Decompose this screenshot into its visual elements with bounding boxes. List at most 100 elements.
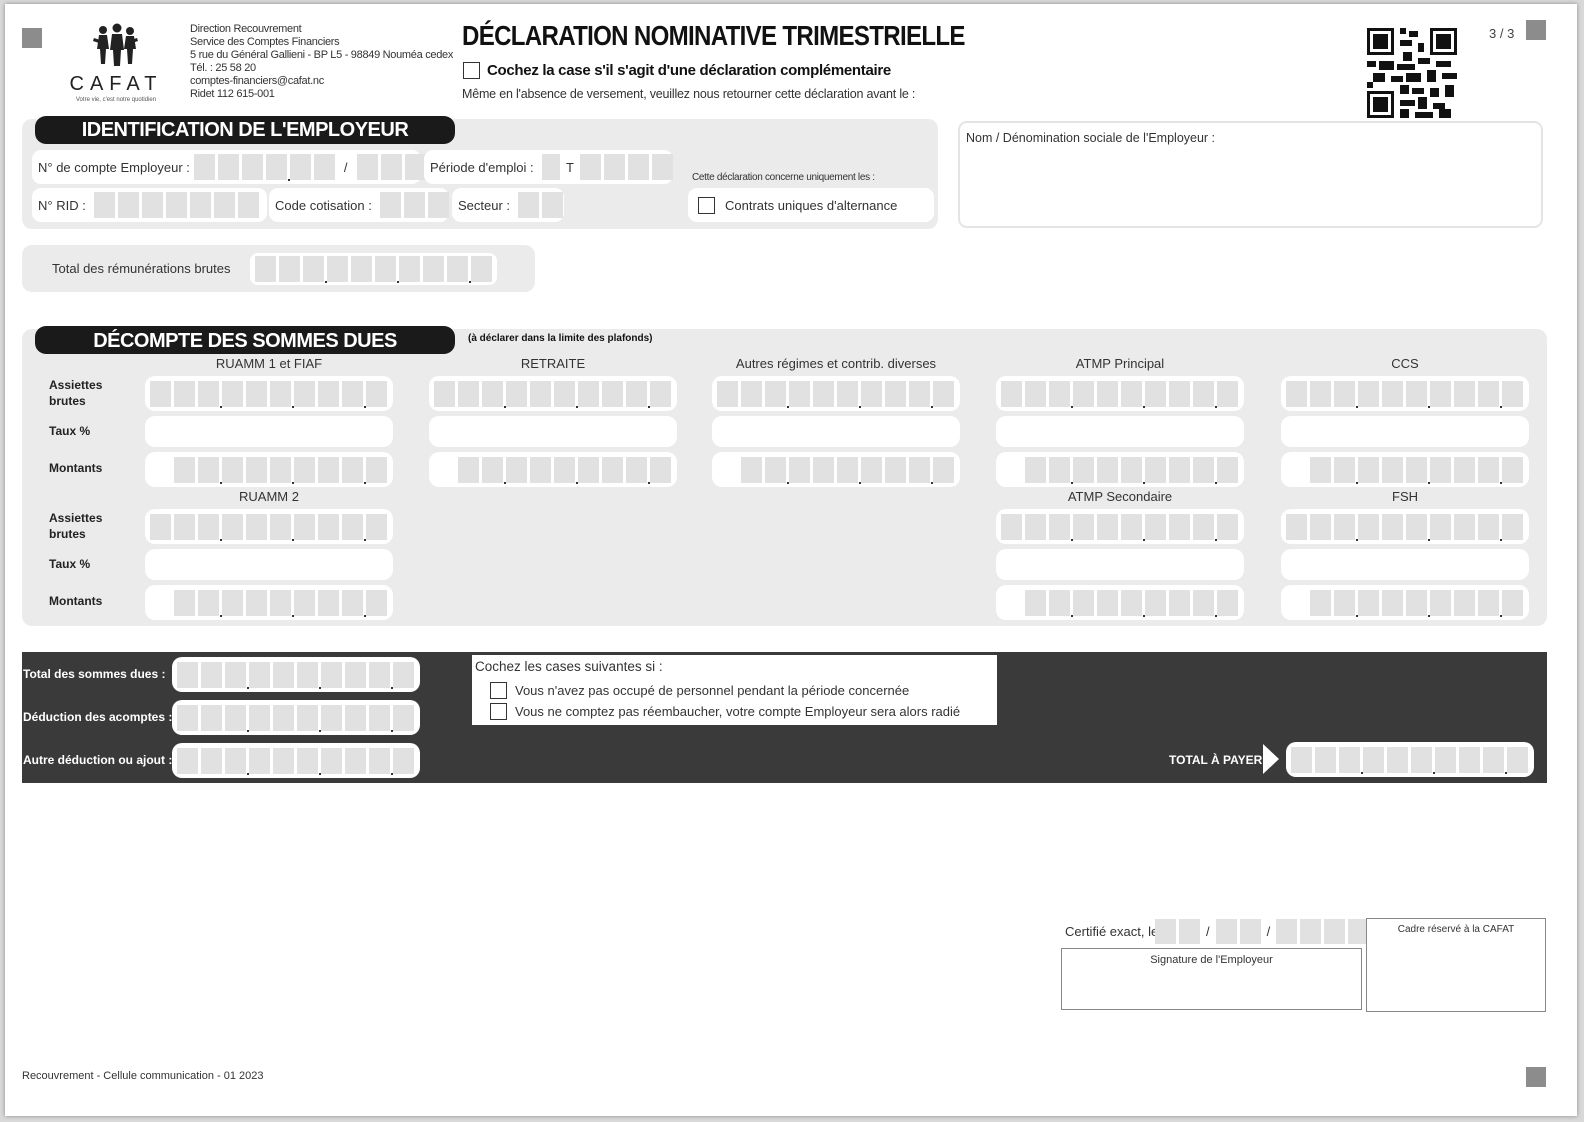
digit-cell[interactable] [1310,456,1331,483]
digit-cell[interactable] [225,661,249,689]
assiettes-field[interactable] [1281,509,1529,544]
digit-cell[interactable] [1193,456,1217,484]
digit-cell[interactable] [885,456,906,483]
digit-cell[interactable] [222,589,243,616]
digit-cell[interactable] [1478,513,1502,541]
digit-cell[interactable] [1025,456,1046,483]
digit-cell[interactable] [1073,589,1094,616]
digit-cell[interactable] [1001,380,1022,407]
digit-cell[interactable] [650,456,671,483]
digit-cell[interactable] [294,589,315,616]
digit-cell[interactable] [1382,513,1403,540]
taux-field[interactable] [1281,549,1529,580]
digit-cell[interactable] [1358,380,1379,407]
digit-cell[interactable] [1502,589,1523,616]
digit-cell[interactable] [222,456,243,483]
digit-cell[interactable] [909,456,933,484]
total-to-pay-field[interactable] [1286,742,1534,777]
digit-cell[interactable] [198,380,222,408]
digit-cell[interactable] [837,456,861,484]
digit-cell[interactable] [1121,380,1145,408]
digit-cell[interactable] [1358,456,1379,483]
digit-cell[interactable] [318,380,339,407]
montants-field[interactable] [145,585,393,620]
digit-cell[interactable] [201,661,222,688]
digit-cell[interactable] [1193,513,1217,541]
digit-cell[interactable] [1073,456,1094,483]
digit-cell[interactable] [270,589,294,617]
digit-cell[interactable] [813,456,834,483]
digit-cell[interactable] [342,513,366,541]
digit-cell[interactable] [270,380,294,408]
digit-cell[interactable] [578,456,599,483]
assiettes-field[interactable] [996,376,1244,411]
digit-cell[interactable] [369,704,393,732]
digit-cell[interactable] [1334,513,1358,541]
digit-cell[interactable] [1286,380,1307,407]
digit-cell[interactable] [321,661,342,688]
digit-cell[interactable] [1097,380,1118,407]
no-rehire-checkbox[interactable] [490,703,507,720]
digit-cell[interactable] [1169,380,1190,407]
digit-cell[interactable] [1406,589,1430,617]
digit-cell[interactable] [717,456,738,483]
digit-cell[interactable] [297,661,321,689]
digit-cell[interactable] [198,513,222,541]
digit-cell[interactable] [297,704,321,732]
employer-signature-box[interactable]: Signature de l'Employeur [1061,948,1362,1010]
cotisation-code-cells[interactable] [379,192,449,218]
digit-cell[interactable] [294,456,315,483]
digit-cell[interactable] [1310,380,1331,407]
digit-cell[interactable] [318,589,339,616]
digit-cell[interactable] [1483,746,1507,774]
digit-cell[interactable] [198,456,222,484]
digit-cell[interactable] [1286,456,1307,483]
digit-cell[interactable] [1435,746,1456,773]
digit-cell[interactable] [741,456,762,483]
digit-cell[interactable] [1339,746,1363,774]
total-due-field[interactable] [172,657,420,692]
digit-cell[interactable] [345,704,366,731]
digit-cell[interactable] [1049,456,1073,484]
digit-cell[interactable] [174,589,195,616]
digit-cell[interactable] [294,513,315,540]
digit-cell[interactable] [861,456,882,483]
digit-cell[interactable] [482,380,506,408]
assiettes-field[interactable] [996,509,1244,544]
digit-cell[interactable] [1145,380,1166,407]
digit-cell[interactable] [602,456,623,483]
digit-cell[interactable] [1382,589,1403,616]
digit-cell[interactable] [1454,513,1475,540]
digit-cell[interactable] [201,704,222,731]
digit-cell[interactable] [1387,746,1408,773]
complementary-checkbox[interactable] [463,62,480,79]
digit-cell[interactable] [813,380,834,407]
digit-cell[interactable] [1430,456,1451,483]
digit-cell[interactable] [506,380,527,407]
digit-cell[interactable] [1454,589,1475,616]
assiettes-field[interactable] [1281,376,1529,411]
taux-field[interactable] [1281,416,1529,447]
digit-cell[interactable] [225,747,249,775]
digit-cell[interactable] [393,661,414,688]
period-year-cells[interactable] [580,154,673,180]
digit-cell[interactable] [246,456,267,483]
digit-cell[interactable] [1097,513,1118,540]
digit-cell[interactable] [1358,589,1379,616]
montants-field[interactable] [996,585,1244,620]
other-adjustment-field[interactable] [172,743,420,778]
digit-cell[interactable] [933,456,954,483]
montants-field[interactable] [1281,585,1529,620]
digit-cell[interactable] [1193,380,1217,408]
digit-cell[interactable] [741,380,762,407]
digit-cell[interactable] [1411,746,1435,774]
montants-field[interactable] [1281,452,1529,487]
digit-cell[interactable] [1217,456,1238,483]
alternance-checkbox[interactable] [698,196,715,214]
digit-cell[interactable] [765,456,789,484]
digit-cell[interactable] [1169,513,1190,540]
digit-cell[interactable] [1169,456,1190,483]
account-number-cells[interactable]: / [193,154,426,181]
digit-cell[interactable] [554,456,578,484]
taux-field[interactable] [429,416,677,447]
